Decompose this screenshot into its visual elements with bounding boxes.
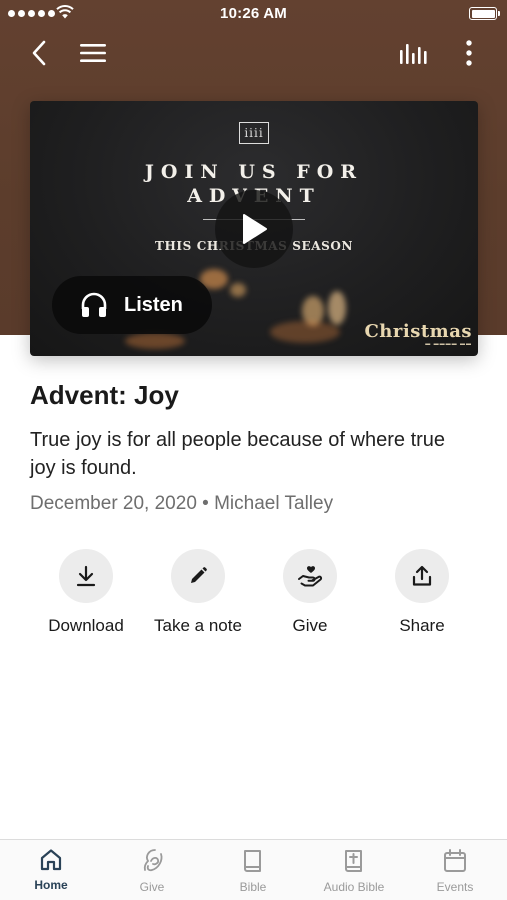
audio-bible-icon (345, 850, 362, 872)
brand-watermark: Christmas ▬ ▬▬▬▬ ▬▬ (364, 321, 472, 348)
candle-glow (125, 333, 185, 349)
calendar-icon (444, 849, 466, 872)
tab-events-label: Events (436, 880, 474, 894)
tab-events[interactable]: Events (405, 848, 505, 894)
audio-bars-icon (400, 44, 427, 64)
give-icon (143, 849, 163, 872)
share-button-circle[interactable] (395, 549, 449, 603)
tab-audio-bible-label: Audio Bible (323, 880, 385, 894)
battery-icon (469, 7, 500, 20)
play-button[interactable] (215, 190, 293, 268)
download-button[interactable]: Download (30, 549, 142, 636)
candle-glow (270, 321, 340, 343)
share-label: Share (399, 616, 445, 635)
home-icon (40, 849, 62, 871)
brand-title: Christmas (364, 321, 472, 342)
more-options-button[interactable] (454, 38, 484, 68)
sermon-date: December 20, 2020 (30, 493, 197, 514)
status-bar: 10:26 AM (0, 0, 507, 28)
tab-give[interactable]: Give (102, 848, 202, 894)
sermon-meta: December 20, 2020 • Michael Talley (30, 493, 333, 515)
give-button[interactable]: Give (254, 549, 366, 636)
take-note-button[interactable]: Take a note (142, 549, 254, 636)
give-button-circle[interactable] (283, 549, 337, 603)
sermon-summary: True joy is for all people because of wh… (30, 429, 446, 479)
status-time: 10:26 AM (220, 5, 287, 22)
video-headline: JOIN US FOR (144, 161, 364, 183)
play-icon (243, 214, 267, 244)
tab-home[interactable]: Home (1, 848, 101, 892)
series-button[interactable] (398, 38, 428, 68)
meta-separator: • (202, 493, 209, 514)
listen-button[interactable]: Listen (52, 276, 212, 334)
take-note-button-circle[interactable] (171, 549, 225, 603)
tab-bible[interactable]: Bible (203, 848, 303, 894)
sermon-video[interactable]: iiii JOIN US FOR ADVENT THIS CHRISTMAS S… (30, 101, 478, 356)
tab-home-label: Home (34, 878, 68, 892)
tab-bar: Home Give Bible Audio Bible Events (0, 839, 507, 900)
download-button-circle[interactable] (59, 549, 113, 603)
more-vertical-icon (466, 40, 472, 66)
download-label: Download (48, 616, 124, 635)
tab-bible-label: Bible (239, 880, 267, 894)
sermon-title: Advent: Joy (30, 380, 179, 410)
hamburger-icon (80, 44, 106, 62)
tab-audio-bible[interactable]: Audio Bible (304, 848, 404, 894)
candle-glow (328, 291, 346, 325)
back-button[interactable] (24, 38, 54, 68)
take-note-label: Take a note (154, 616, 242, 635)
give-hand-heart-icon (298, 566, 323, 587)
menu-button[interactable] (78, 38, 108, 68)
pencil-icon (191, 567, 207, 583)
chevron-left-icon (32, 40, 46, 66)
share-icon (412, 565, 432, 586)
church-logo: iiii (239, 122, 269, 144)
book-icon (244, 850, 261, 872)
candle-glow (230, 283, 246, 297)
speaker-name[interactable]: Michael Talley (214, 493, 333, 514)
headphones-icon (81, 292, 107, 317)
share-button[interactable]: Share (366, 549, 478, 636)
download-icon (76, 565, 96, 587)
tab-give-label: Give (139, 880, 165, 894)
give-label: Give (292, 616, 328, 635)
listen-label: Listen (124, 293, 183, 316)
